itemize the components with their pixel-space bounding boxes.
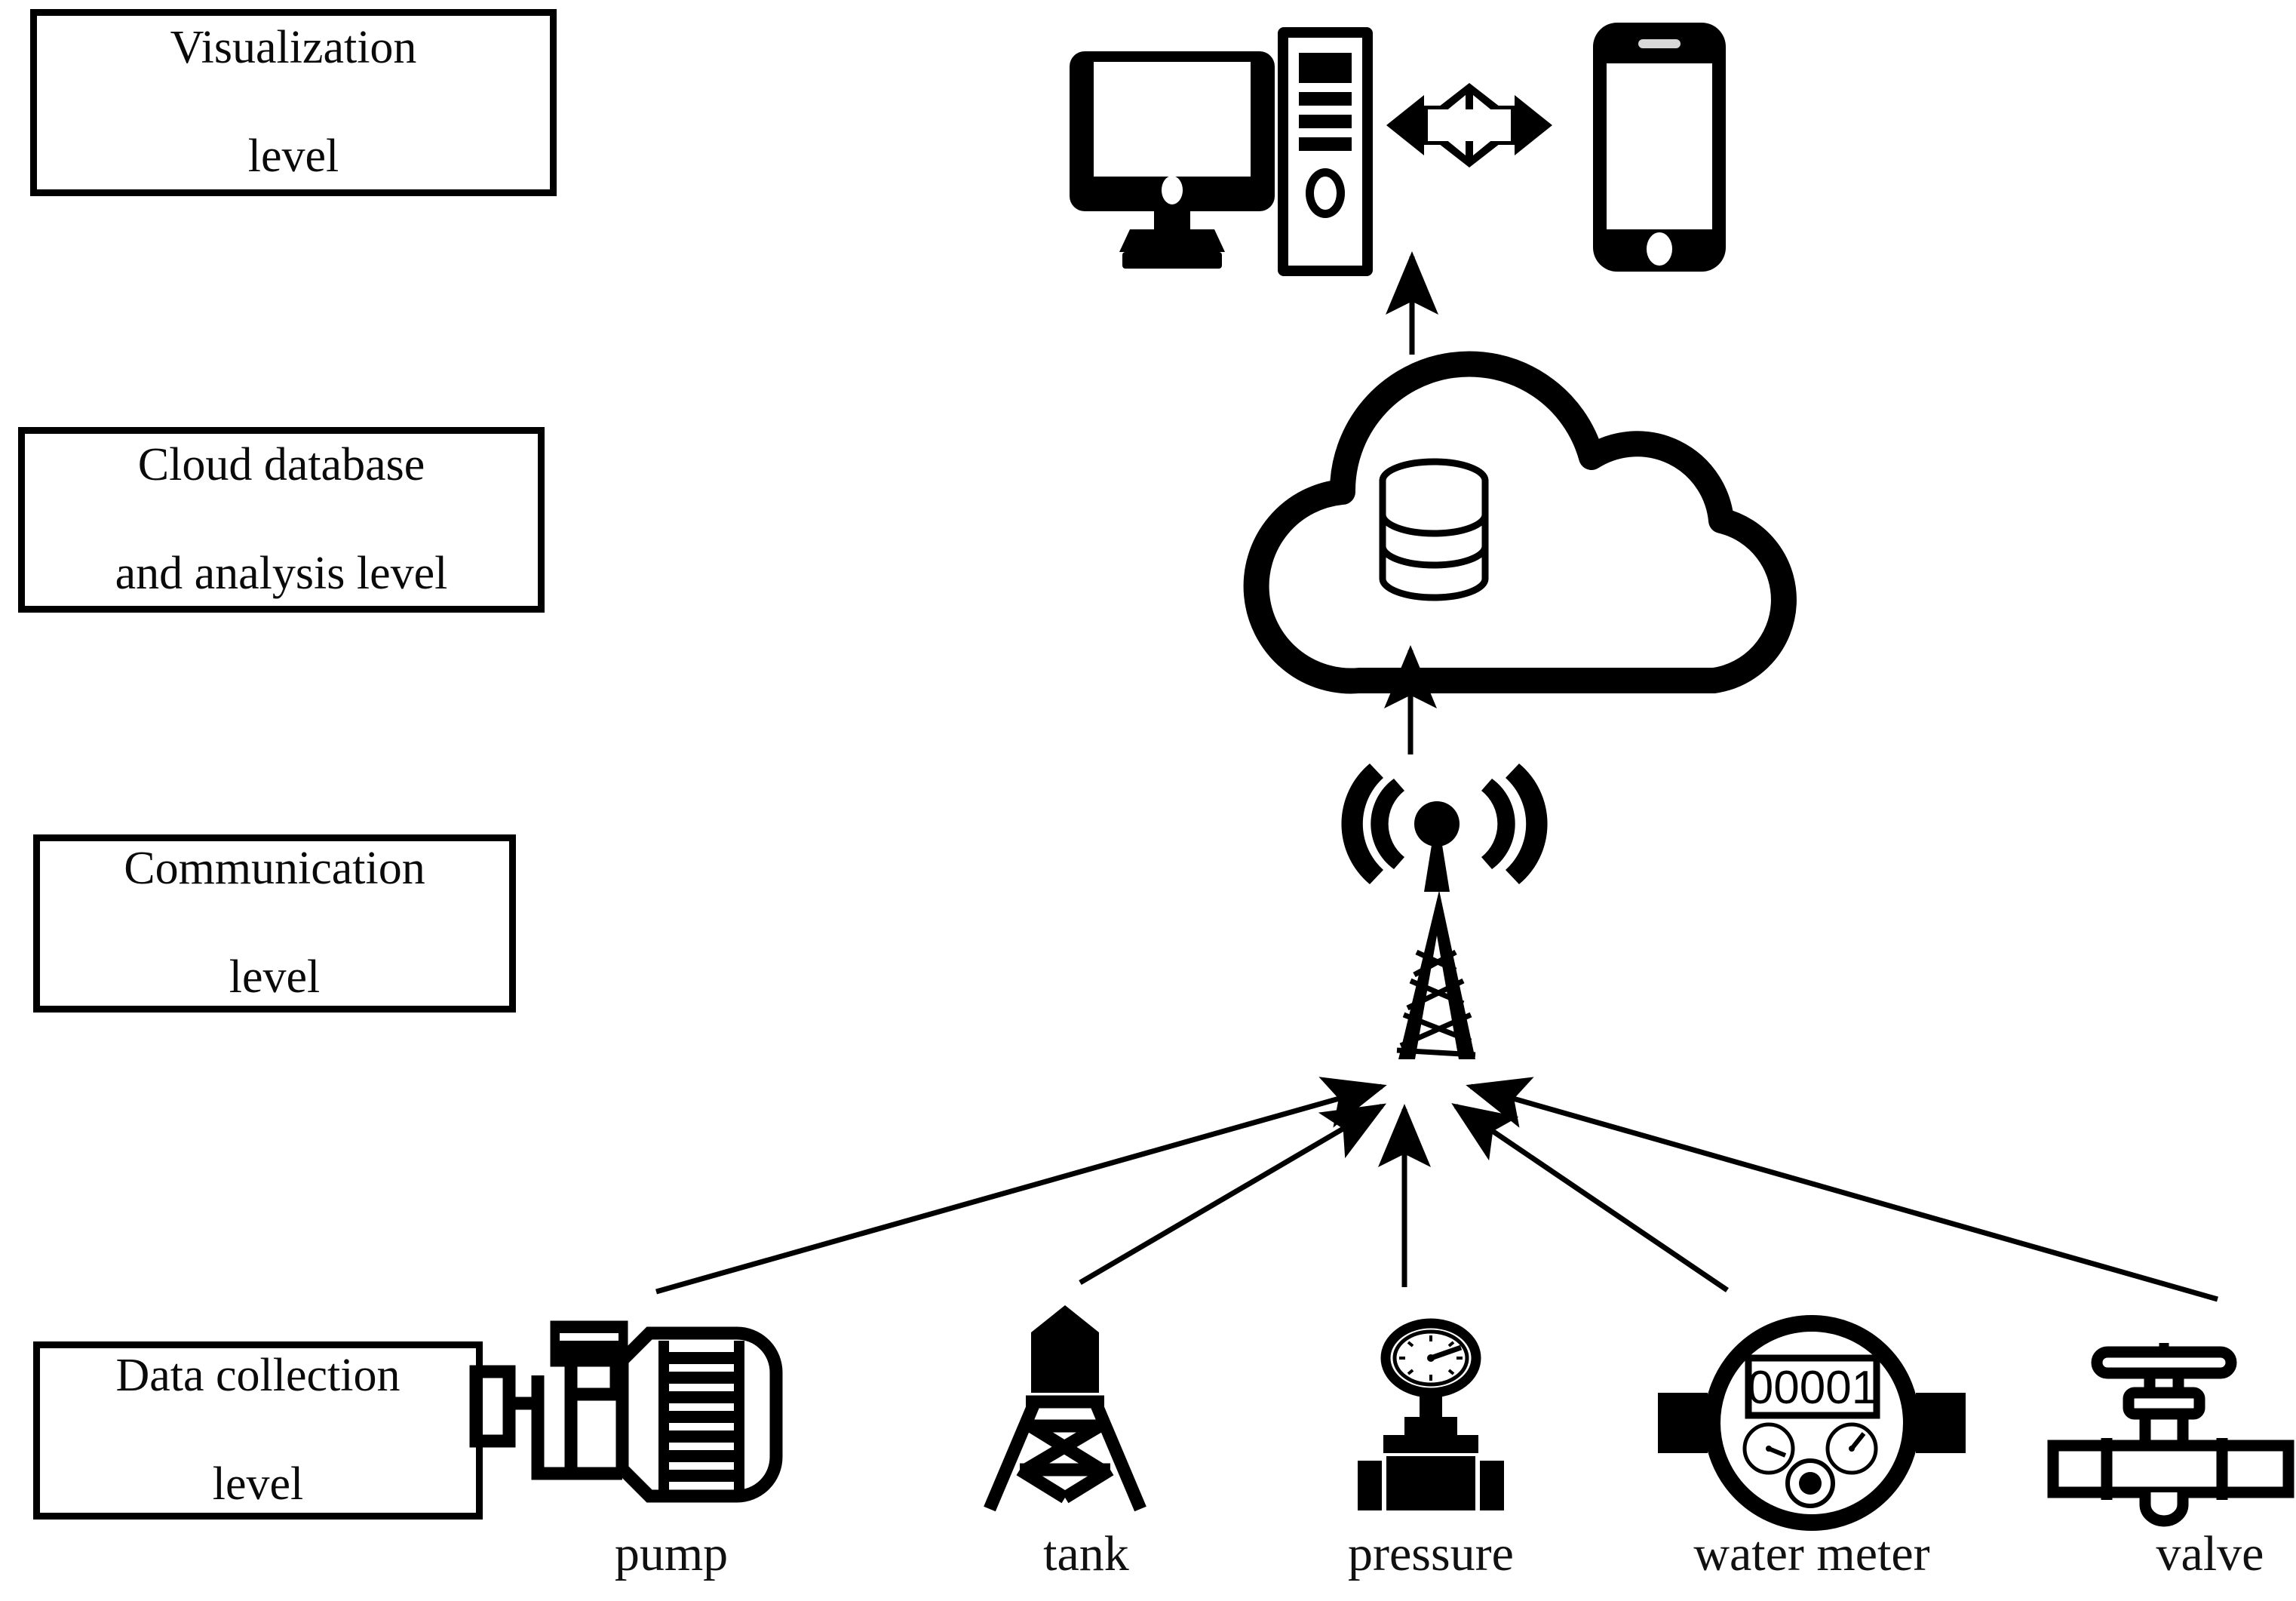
- arrow-pump-to-tower: [655, 1077, 1387, 1295]
- level-label-line1: Cloud database: [137, 439, 425, 491]
- level-box-cloud-database: Cloud database and analysis level: [18, 427, 545, 613]
- smartphone-icon: [1593, 23, 1726, 272]
- signal-waves-icon: [1341, 764, 1548, 884]
- level-label-line2: level: [247, 130, 339, 182]
- pressure-gauge-icon: [1358, 1318, 1504, 1510]
- arrow-tank-to-tower: [1079, 1103, 1387, 1286]
- pump-icon: [469, 1320, 783, 1503]
- level-label-visualization: Visualization level: [155, 21, 432, 184]
- device-label-valve: valve: [2156, 1526, 2264, 1581]
- level-box-communication: Communication level: [33, 834, 516, 1013]
- device-label-water-meter: water meter: [1693, 1526, 1930, 1581]
- connector-arrows: [655, 251, 2218, 1302]
- valve-icon: [2047, 1343, 2294, 1527]
- database-cylinder-icon: [1379, 458, 1489, 601]
- level-label-line1: Communication: [124, 843, 425, 895]
- level-label-cloud-database: Cloud database and analysis level: [100, 438, 463, 601]
- level-label-line2: level: [229, 951, 321, 1003]
- bidirectional-arrow-icon: [1386, 83, 1552, 167]
- device-label-pressure: pressure: [1348, 1526, 1514, 1581]
- level-box-visualization: Visualization level: [30, 9, 557, 196]
- radio-tower-icon: [1341, 764, 1548, 1059]
- level-label-communication: Communication level: [109, 842, 440, 1005]
- desktop-monitor-icon: [1070, 51, 1275, 269]
- level-label-line2: and analysis level: [115, 547, 448, 599]
- arrow-water-meter-to-tower: [1451, 1103, 1729, 1292]
- level-box-data-collection: Data collection level: [33, 1341, 483, 1520]
- device-label-tank: tank: [1043, 1526, 1129, 1581]
- level-label-line1: Visualization: [170, 22, 417, 74]
- device-label-pump: pump: [614, 1526, 729, 1581]
- diagram-canvas: Visualization level Cloud database and ana…: [0, 0, 2296, 1601]
- level-label-line2: level: [212, 1458, 304, 1510]
- level-label-data-collection: Data collection level: [101, 1349, 416, 1512]
- computer-tower-icon: [1278, 27, 1373, 276]
- cloud-database-icon: [1243, 351, 1797, 694]
- arrow-valve-to-tower: [1466, 1077, 2218, 1302]
- water-meter-icon: 00001: [1658, 1315, 1966, 1531]
- water-meter-reading: 00001: [1748, 1362, 1877, 1414]
- water-tank-icon: [984, 1305, 1146, 1512]
- level-label-line1: Data collection: [115, 1350, 401, 1402]
